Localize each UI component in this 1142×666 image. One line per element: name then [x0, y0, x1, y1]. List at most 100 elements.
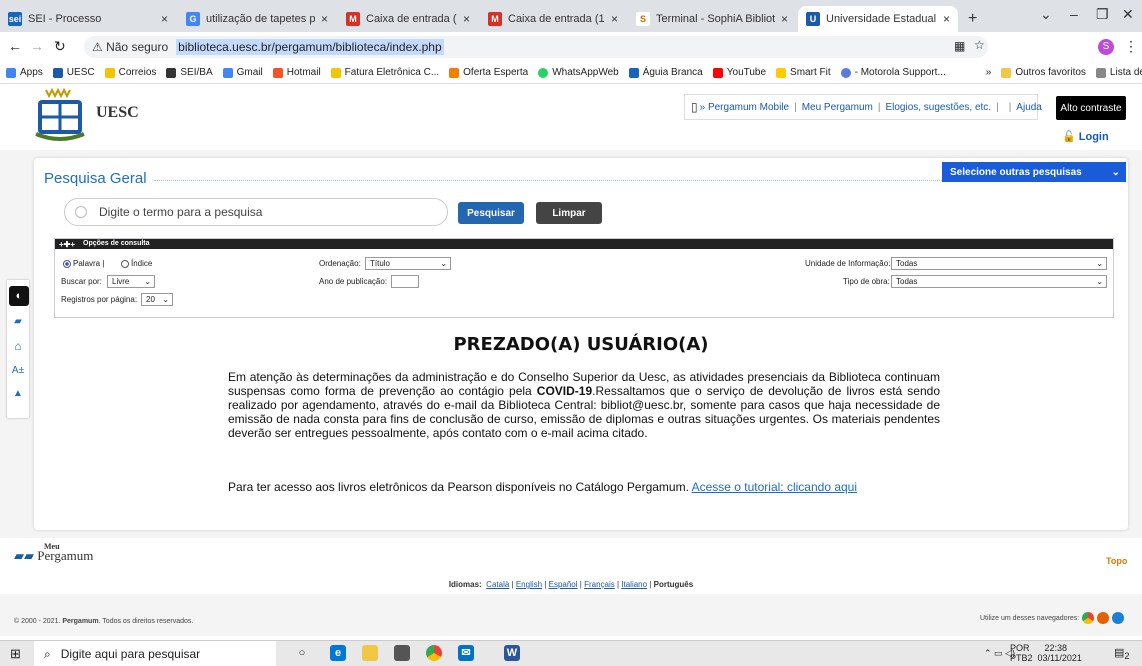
tab-title: Caixa de entrada (15) - fcdiss... [508, 13, 605, 25]
taskbar-search[interactable]: ⌕ Digite aqui para pesquisar [34, 641, 276, 666]
task-view-icon[interactable]: ○ [294, 645, 310, 661]
profile-avatar[interactable]: S [1098, 39, 1114, 55]
google-icon [222, 67, 233, 78]
lang-espanol[interactable]: Español [549, 580, 578, 589]
lang-catala[interactable]: Català [486, 580, 509, 589]
login-link[interactable]: 🔓 Login [1062, 130, 1109, 143]
bookmark-hotmail[interactable]: Hotmail [272, 67, 321, 78]
clear-button[interactable]: Limpar [536, 202, 602, 224]
tab-title: Caixa de entrada (6.940) - silv... [366, 13, 457, 25]
expand-icon[interactable]: +✚+ [59, 240, 75, 249]
mail-icon[interactable]: ✉ [458, 645, 474, 661]
motorola-icon [840, 67, 851, 78]
tab-gmail-1[interactable]: M Caixa de entrada (6.940) - silv... × [338, 6, 478, 32]
notification-icon[interactable]: ▤2 [1114, 646, 1130, 661]
bookmark-oferta[interactable]: Oferta Esperta [449, 67, 528, 78]
close-icon[interactable]: × [321, 12, 328, 26]
search-button[interactable]: Pesquisar [458, 202, 524, 224]
bookmark-sei[interactable]: SEI/BA [166, 67, 213, 78]
translate-icon[interactable]: ▦ [954, 39, 965, 53]
menu-icon[interactable]: ⋮ [1124, 38, 1138, 55]
ano-input[interactable] [391, 275, 419, 288]
tab-sei[interactable]: sei SEI - Processo × [0, 6, 176, 32]
top-link[interactable]: Topo [1106, 556, 1127, 566]
font-size-button[interactable]: A± [12, 365, 24, 376]
other-searches-select[interactable]: Selecione outras pesquisas ⌄ [942, 162, 1126, 182]
bookmark-apps[interactable]: Apps [6, 67, 43, 78]
store-icon[interactable] [394, 645, 410, 661]
url-text[interactable]: biblioteca.uesc.br/pergamum/biblioteca/i… [176, 39, 444, 55]
close-icon[interactable]: × [463, 12, 470, 26]
chrome-icon[interactable] [1082, 612, 1095, 624]
tab-gmail-2[interactable]: M Caixa de entrada (15) - fcdiss... × [480, 6, 626, 32]
more-bookmarks[interactable]: » [986, 67, 992, 78]
bookmark-correios[interactable]: Correios [104, 67, 156, 78]
lang-current: Português [653, 580, 694, 589]
radio-palavra[interactable]: Palavra | [63, 259, 104, 268]
word-icon[interactable]: W [504, 645, 520, 661]
aguia-icon [628, 67, 639, 78]
system-clock[interactable]: POR 22:38 PTB2 03/11/2021 [1010, 643, 1082, 663]
windows-start-icon[interactable]: ⊞ [10, 646, 21, 662]
bookmark-leitura[interactable]: Lista de leitura [1095, 67, 1142, 78]
registros-select[interactable]: 20 ⌄ [141, 293, 173, 306]
lock-icon: 🔓 [1062, 131, 1076, 143]
radio-indice[interactable]: Índice [121, 259, 152, 268]
minimize-icon[interactable]: – [1070, 6, 1078, 22]
omnibox[interactable]: ⚠ Não seguro biblioteca.uesc.br/pergamum… [84, 36, 988, 58]
options-header[interactable]: Opções de consulta [55, 239, 1113, 249]
buscar-por-select[interactable]: Livre ⌄ [107, 275, 155, 288]
bookmark-fatura[interactable]: Fatura Eletrônica C... [330, 67, 439, 78]
link-meu-pergamum[interactable]: Meu Pergamum [802, 102, 873, 113]
tipo-label: Tipo de obra: [843, 277, 890, 286]
link-ajuda[interactable]: Ajuda [1016, 102, 1042, 113]
lang-english[interactable]: English [516, 580, 542, 589]
bookmark-gmail[interactable]: Gmail [222, 67, 263, 78]
scroll-top-icon[interactable]: ▲ [13, 388, 23, 399]
restore-icon[interactable]: ❐ [1096, 6, 1109, 23]
bookmark-outros[interactable]: Outros favoritos [1001, 67, 1086, 78]
bookmark-youtube[interactable]: YouTube [712, 67, 766, 78]
file-explorer-icon[interactable] [362, 645, 378, 661]
brand-name: UESC [96, 104, 139, 121]
close-window-icon[interactable]: ✕ [1122, 6, 1134, 23]
search-input[interactable]: Digite o termo para a pesquisa [64, 198, 448, 226]
bookmark-whatsapp[interactable]: WhatsAppWeb [538, 67, 619, 78]
contrast-icon[interactable]: ◐ [9, 286, 29, 306]
lang-francais[interactable]: Français [584, 580, 615, 589]
title-divider [154, 180, 972, 181]
bookmark-aguia[interactable]: Águia Branca [628, 67, 703, 78]
bookmark-uesc[interactable]: UESC [52, 67, 95, 78]
link-pergamum-mobile[interactable]: » Pergamum Mobile [700, 102, 789, 113]
star-icon[interactable]: ☆ [974, 38, 985, 52]
tab-uesc[interactable]: U Universidade Estadual de San... × [798, 6, 958, 32]
reload-icon[interactable]: ↻ [54, 38, 66, 55]
high-contrast-button[interactable]: Alto contraste [1056, 96, 1126, 120]
tipo-select[interactable]: Todas ⌄ [891, 275, 1107, 288]
home-icon[interactable]: ⌂ [14, 339, 21, 353]
edge-icon[interactable] [1112, 612, 1125, 624]
tab-sophia[interactable]: S Terminal - SophiA Biblioteca × [628, 6, 796, 32]
close-icon[interactable]: × [161, 12, 168, 26]
chrome-icon[interactable] [426, 645, 442, 661]
back-icon[interactable]: ← [8, 38, 22, 54]
close-icon[interactable]: × [781, 12, 788, 26]
link-elogios[interactable]: Elogios, sugestões, etc. [885, 102, 991, 113]
ordenacao-select[interactable]: Título ⌄ [365, 257, 451, 270]
close-icon[interactable]: × [943, 12, 950, 26]
close-icon[interactable]: × [611, 12, 618, 26]
tab-google[interactable]: G utilização de tapetes para ev... × [178, 6, 336, 32]
pergamum-icon[interactable]: ▰ [14, 316, 22, 327]
edge-icon[interactable]: e [330, 645, 346, 661]
forward-icon[interactable]: → [30, 38, 44, 54]
unidade-select[interactable]: Todas ⌄ [891, 257, 1107, 270]
lang-italiano[interactable]: Italiano [621, 580, 647, 589]
bookmark-smartfit[interactable]: Smart Fit [776, 67, 831, 78]
meu-pergamum-logo[interactable]: ▰▰ Meu Pergamum [14, 542, 93, 564]
tab-search-icon[interactable]: ⌄ [1040, 6, 1052, 23]
firefox-icon[interactable] [1097, 612, 1110, 624]
tutorial-link[interactable]: Acesse o tutorial: clicando aqui [692, 480, 857, 494]
bookmark-motorola[interactable]: - Motorola Support... [840, 67, 946, 78]
new-tab-button[interactable]: + [960, 6, 984, 32]
not-secure-indicator[interactable]: ⚠ Não seguro [92, 40, 168, 54]
